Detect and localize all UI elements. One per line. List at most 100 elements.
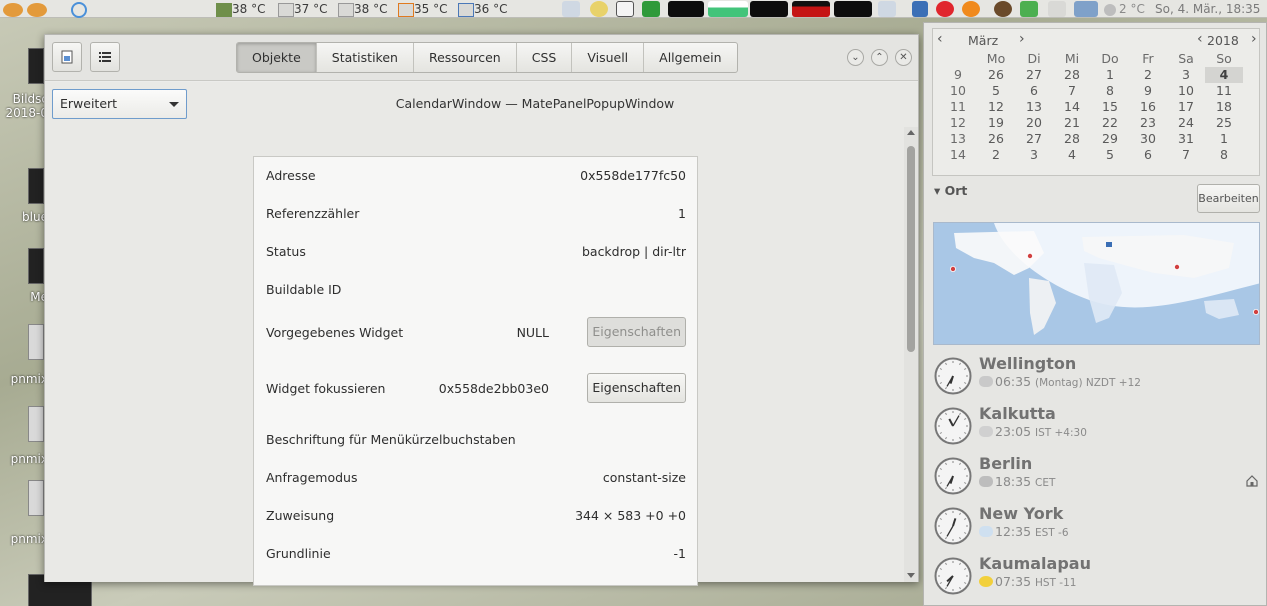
location-item[interactable]: New York 12:35 EST -6 <box>934 503 1254 549</box>
calendar-day[interactable]: 3 <box>1015 147 1053 163</box>
calendar-day[interactable]: 23 <box>1129 115 1167 131</box>
calendar-day[interactable]: 7 <box>1167 147 1205 163</box>
info-icon[interactable] <box>590 1 608 17</box>
desktop-file-icon[interactable] <box>28 168 44 204</box>
select-object-button[interactable] <box>52 42 82 72</box>
location-time: 18:35 <box>995 474 1035 489</box>
desktop-file-icon[interactable] <box>28 480 44 516</box>
calendar-day[interactable]: 15 <box>1091 99 1129 115</box>
calendar-day[interactable]: 17 <box>1167 99 1205 115</box>
tools-icon[interactable] <box>1020 1 1038 17</box>
tab-resources[interactable]: Ressourcen <box>414 43 517 72</box>
calendar-day[interactable]: 28 <box>1053 131 1091 147</box>
maximize-button[interactable]: ⌃ <box>871 49 888 66</box>
calendar-day[interactable]: 24 <box>1167 115 1205 131</box>
battery-icon[interactable] <box>1048 1 1066 17</box>
scroll-down-arrow-icon[interactable] <box>907 573 915 578</box>
desktop-file-icon[interactable] <box>28 48 44 84</box>
properties-button[interactable]: Eigenschaften <box>587 373 686 403</box>
desktop-file-icon[interactable] <box>28 406 44 442</box>
calendar-day[interactable]: 19 <box>977 115 1015 131</box>
app-launcher-icon[interactable] <box>3 2 23 17</box>
calendar-day[interactable]: 2 <box>1129 67 1167 83</box>
tab-visual[interactable]: Visuell <box>572 43 645 72</box>
tab-general[interactable]: Allgemein <box>644 43 736 72</box>
desktop-file-icon[interactable] <box>28 248 44 284</box>
calendar-day[interactable]: 8 <box>1205 147 1243 163</box>
calendar-day[interactable]: 21 <box>1053 115 1091 131</box>
location-item[interactable]: Kaumalapau 07:35 HST -11 <box>934 553 1254 599</box>
coffee-icon[interactable] <box>994 1 1012 17</box>
calendar-day-today[interactable]: 4 <box>1205 67 1243 83</box>
calendar-widget: ‹ März › ‹ 2018 › Mo Di Mi Do Fr Sa So 9 26 27 28 1… <box>932 28 1260 176</box>
calendar-day[interactable]: 28 <box>1053 67 1091 83</box>
calendar-day[interactable]: 18 <box>1205 99 1243 115</box>
calendar-day[interactable]: 8 <box>1091 83 1129 99</box>
exit-icon[interactable] <box>642 1 660 17</box>
property-row: Beschriftung für Menükürzelbuchstaben <box>266 421 686 459</box>
network-icon[interactable] <box>878 1 896 17</box>
display-icon[interactable] <box>1074 1 1098 17</box>
location-item[interactable]: Wellington 06:35 (Montag) NZDT +12 <box>934 353 1254 399</box>
usb-icon[interactable] <box>616 1 634 17</box>
tab-statistics[interactable]: Statistiken <box>317 43 414 72</box>
calendar-day[interactable]: 27 <box>1015 67 1053 83</box>
calendar-day[interactable]: 6 <box>1015 83 1053 99</box>
calendar-day[interactable]: 1 <box>1091 67 1129 83</box>
locations-expander[interactable]: ▾ Ort <box>934 183 967 198</box>
panel-clock[interactable]: So, 4. Mär., 18:35 <box>1155 0 1260 18</box>
weather-indicator[interactable]: 2 °C <box>1104 0 1145 18</box>
calendar-day[interactable]: 6 <box>1129 147 1167 163</box>
prev-year-arrow-icon[interactable]: ‹ <box>1197 31 1203 47</box>
tab-css[interactable]: CSS <box>517 43 573 72</box>
calendar-day[interactable]: 10 <box>1167 83 1205 99</box>
detail-mode-combo[interactable]: Erweitert <box>52 89 187 119</box>
calendar-day[interactable]: 22 <box>1091 115 1129 131</box>
calendar-day[interactable]: 4 <box>1053 147 1091 163</box>
calendar-day[interactable]: 1 <box>1205 131 1243 147</box>
next-year-arrow-icon[interactable]: › <box>1251 31 1257 47</box>
scroll-up-arrow-icon[interactable] <box>907 130 915 135</box>
desktop-file-icon[interactable] <box>28 324 44 360</box>
network-icon[interactable] <box>562 1 580 17</box>
minimize-button[interactable]: ⌄ <box>847 49 864 66</box>
calendar-day[interactable]: 5 <box>1091 147 1129 163</box>
calendar-day[interactable]: 29 <box>1091 131 1129 147</box>
properties-button-disabled[interactable]: Eigenschaften <box>587 317 686 347</box>
combo-value: Erweitert <box>60 96 118 111</box>
location-item[interactable]: Kalkutta 23:05 IST +4:30 <box>934 403 1254 449</box>
calendar-day[interactable]: 7 <box>1053 83 1091 99</box>
calendar-day[interactable]: 13 <box>1015 99 1053 115</box>
calendar-day[interactable]: 16 <box>1129 99 1167 115</box>
calendar-day[interactable]: 26 <box>977 131 1015 147</box>
calendar-day[interactable]: 2 <box>977 147 1015 163</box>
calendar-day[interactable]: 11 <box>1205 83 1243 99</box>
vertical-scrollbar[interactable] <box>904 127 918 582</box>
prev-month-arrow-icon[interactable]: ‹ <box>937 31 943 47</box>
weekday-header: Fr <box>1142 51 1154 66</box>
calendar-day[interactable]: 31 <box>1167 131 1205 147</box>
property-label: Widget fokussieren <box>266 381 386 396</box>
close-button[interactable]: ✕ <box>895 49 912 66</box>
tab-objects[interactable]: Objekte <box>237 43 317 72</box>
dropbox-icon[interactable] <box>912 1 928 17</box>
calendar-day[interactable]: 27 <box>1015 131 1053 147</box>
app-launcher-icon[interactable] <box>26 2 47 17</box>
calendar-day[interactable]: 20 <box>1015 115 1053 131</box>
calendar-day[interactable]: 26 <box>977 67 1015 83</box>
update-icon[interactable] <box>962 1 980 17</box>
next-month-arrow-icon[interactable]: › <box>1019 31 1025 47</box>
calendar-day[interactable]: 9 <box>1129 83 1167 99</box>
mail-icon[interactable] <box>936 1 954 17</box>
calendar-day[interactable]: 14 <box>1053 99 1091 115</box>
calendar-day[interactable]: 30 <box>1129 131 1167 147</box>
pause-icon[interactable] <box>70 1 87 18</box>
scrollbar-thumb[interactable] <box>907 146 915 352</box>
edit-locations-button[interactable]: Bearbeiten <box>1197 184 1260 213</box>
calendar-day[interactable]: 25 <box>1205 115 1243 131</box>
calendar-day[interactable]: 12 <box>977 99 1015 115</box>
calendar-day[interactable]: 3 <box>1167 67 1205 83</box>
location-item[interactable]: Berlin 18:35 CET <box>934 453 1254 499</box>
show-details-button[interactable] <box>90 42 120 72</box>
calendar-day[interactable]: 5 <box>977 83 1015 99</box>
